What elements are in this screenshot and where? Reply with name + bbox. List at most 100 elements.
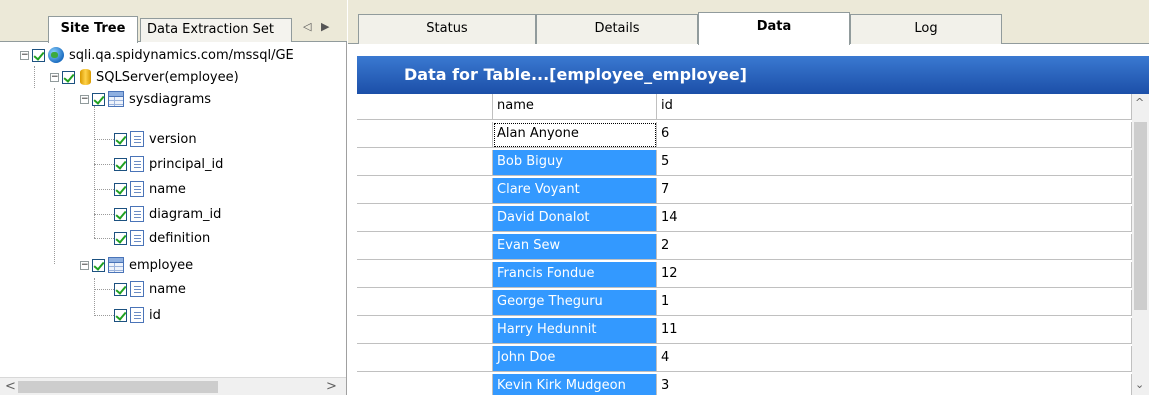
tree-node-label: SQLServer(employee) <box>96 69 239 85</box>
tree-connector <box>94 214 114 215</box>
tree-node-field[interactable]: principal_id <box>114 153 223 175</box>
cell-name[interactable]: Harry Hedunnit <box>493 318 657 344</box>
tree-connector <box>94 189 114 190</box>
tab-data-extraction-set[interactable]: Data Extraction Set <box>140 18 292 42</box>
tree-node-label: name <box>149 181 186 197</box>
tab-data[interactable]: Data <box>698 12 850 45</box>
row-header[interactable] <box>357 290 493 316</box>
data-grid: name id Alan Anyone 6 Bob Biguy 5 Clare Voyant… <box>357 94 1132 395</box>
cell-id[interactable]: 11 <box>657 318 1132 344</box>
data-panel-title: Data for Table...[employee_employee] <box>357 56 1149 94</box>
checkbox-checked-icon[interactable] <box>114 207 127 221</box>
cell-name[interactable]: Francis Fondue <box>493 262 657 288</box>
tree-node-field[interactable]: diagram_id <box>114 203 221 225</box>
tree-node-field[interactable]: definition <box>114 227 210 249</box>
table-icon <box>108 91 124 107</box>
row-header[interactable] <box>357 262 493 288</box>
tree-node-label: sysdiagrams <box>129 91 212 107</box>
tree-node-field[interactable]: id <box>114 304 161 326</box>
scroll-left-icon[interactable]: < <box>5 379 16 394</box>
tree-connector <box>94 315 114 316</box>
database-icon <box>80 69 91 85</box>
cell-id[interactable]: 12 <box>657 262 1132 288</box>
tree-node-database[interactable]: − SQLServer(employee) <box>50 66 239 88</box>
checkbox-checked-icon[interactable] <box>114 182 127 196</box>
cell-id[interactable]: 5 <box>657 150 1132 176</box>
cell-name[interactable]: John Doe <box>493 346 657 372</box>
tree-node-field[interactable]: name <box>114 178 186 200</box>
cell-name[interactable]: Evan Sew <box>493 234 657 260</box>
cell-id[interactable]: 7 <box>657 178 1132 204</box>
row-header[interactable] <box>357 122 493 148</box>
row-header[interactable] <box>357 206 493 232</box>
scrollbar-thumb[interactable] <box>18 381 218 393</box>
tree-node-label: principal_id <box>149 156 224 172</box>
field-icon <box>130 281 144 297</box>
checkbox-checked-icon[interactable] <box>114 231 127 245</box>
scroll-right-icon[interactable]: > <box>326 379 337 394</box>
cell-id[interactable]: 3 <box>657 374 1132 395</box>
cell-id[interactable]: 4 <box>657 346 1132 372</box>
cell-name[interactable]: Bob Biguy <box>493 150 657 176</box>
cell-name[interactable]: David Donalot <box>493 206 657 232</box>
column-header-name[interactable]: name <box>493 94 657 120</box>
tab-log[interactable]: Log <box>850 14 1002 44</box>
tree-node-table-sysdiagrams[interactable]: − sysdiagrams <box>80 88 211 110</box>
cell-name[interactable]: Kevin Kirk Mudgeon <box>493 374 657 395</box>
cell-id[interactable]: 14 <box>657 206 1132 232</box>
tree-connector <box>94 164 114 165</box>
collapse-icon[interactable]: − <box>80 260 89 270</box>
cell-id[interactable]: 1 <box>657 290 1132 316</box>
checkbox-checked-icon[interactable] <box>114 308 127 322</box>
row-header[interactable] <box>357 346 493 372</box>
checkbox-checked-icon[interactable] <box>92 258 105 272</box>
collapse-icon[interactable]: − <box>80 94 89 104</box>
checkbox-checked-icon[interactable] <box>32 48 45 62</box>
checkbox-checked-icon[interactable] <box>114 282 127 296</box>
cell-name[interactable]: George Theguru <box>493 290 657 316</box>
tree-node-field[interactable]: version <box>114 128 197 150</box>
tree-node-label: employee <box>129 257 194 273</box>
tree-node-label: definition <box>149 230 211 246</box>
tree-connector <box>94 139 114 140</box>
row-header[interactable] <box>357 178 493 204</box>
right-tab-strip: Status Details Data Log <box>348 0 1149 45</box>
row-header[interactable] <box>357 318 493 344</box>
tab-status[interactable]: Status <box>358 14 536 44</box>
cell-name[interactable]: Alan Anyone <box>493 122 657 148</box>
scroll-down-icon[interactable]: ⌄ <box>1135 378 1144 391</box>
tree-node-label: id <box>149 307 161 323</box>
horizontal-scrollbar[interactable]: < > <box>0 377 346 395</box>
site-tree-pane: Site Tree Data Extraction Set ◁ ▶ − sqli… <box>0 0 347 395</box>
left-tab-strip: Site Tree Data Extraction Set ◁ ▶ <box>0 0 347 43</box>
tab-scroll-left-icon[interactable]: ◁ <box>303 20 311 33</box>
row-header[interactable] <box>357 234 493 260</box>
collapse-icon[interactable]: − <box>50 72 59 82</box>
tab-scroll-right-icon[interactable]: ▶ <box>321 20 329 33</box>
field-icon <box>130 307 144 323</box>
row-header[interactable] <box>357 374 493 395</box>
tree-node-site[interactable]: − sqli.qa.spidynamics.com/mssql/GE <box>20 44 294 66</box>
checkbox-checked-icon[interactable] <box>114 132 127 146</box>
site-tree: − sqli.qa.spidynamics.com/mssql/GE − SQL… <box>0 44 346 374</box>
cell-name[interactable]: Clare Voyant <box>493 178 657 204</box>
tab-details[interactable]: Details <box>536 14 698 44</box>
cell-id[interactable]: 6 <box>657 122 1132 148</box>
tree-connector <box>94 106 95 238</box>
checkbox-checked-icon[interactable] <box>92 92 105 106</box>
tree-connector <box>34 66 35 88</box>
column-header-id[interactable]: id <box>657 94 1132 120</box>
cell-id[interactable]: 2 <box>657 234 1132 260</box>
scrollbar-thumb[interactable] <box>1134 122 1147 310</box>
tab-site-tree[interactable]: Site Tree <box>48 16 138 43</box>
collapse-icon[interactable]: − <box>20 50 29 60</box>
tree-connector <box>94 278 95 316</box>
row-header[interactable] <box>357 150 493 176</box>
tree-node-field[interactable]: name <box>114 278 186 300</box>
table-icon <box>108 257 124 273</box>
vertical-scrollbar[interactable]: ^ ⌄ <box>1132 94 1149 395</box>
tree-node-table-employee[interactable]: − employee <box>80 254 193 276</box>
scroll-up-icon[interactable]: ^ <box>1135 96 1144 109</box>
checkbox-checked-icon[interactable] <box>62 70 75 84</box>
checkbox-checked-icon[interactable] <box>114 157 127 171</box>
